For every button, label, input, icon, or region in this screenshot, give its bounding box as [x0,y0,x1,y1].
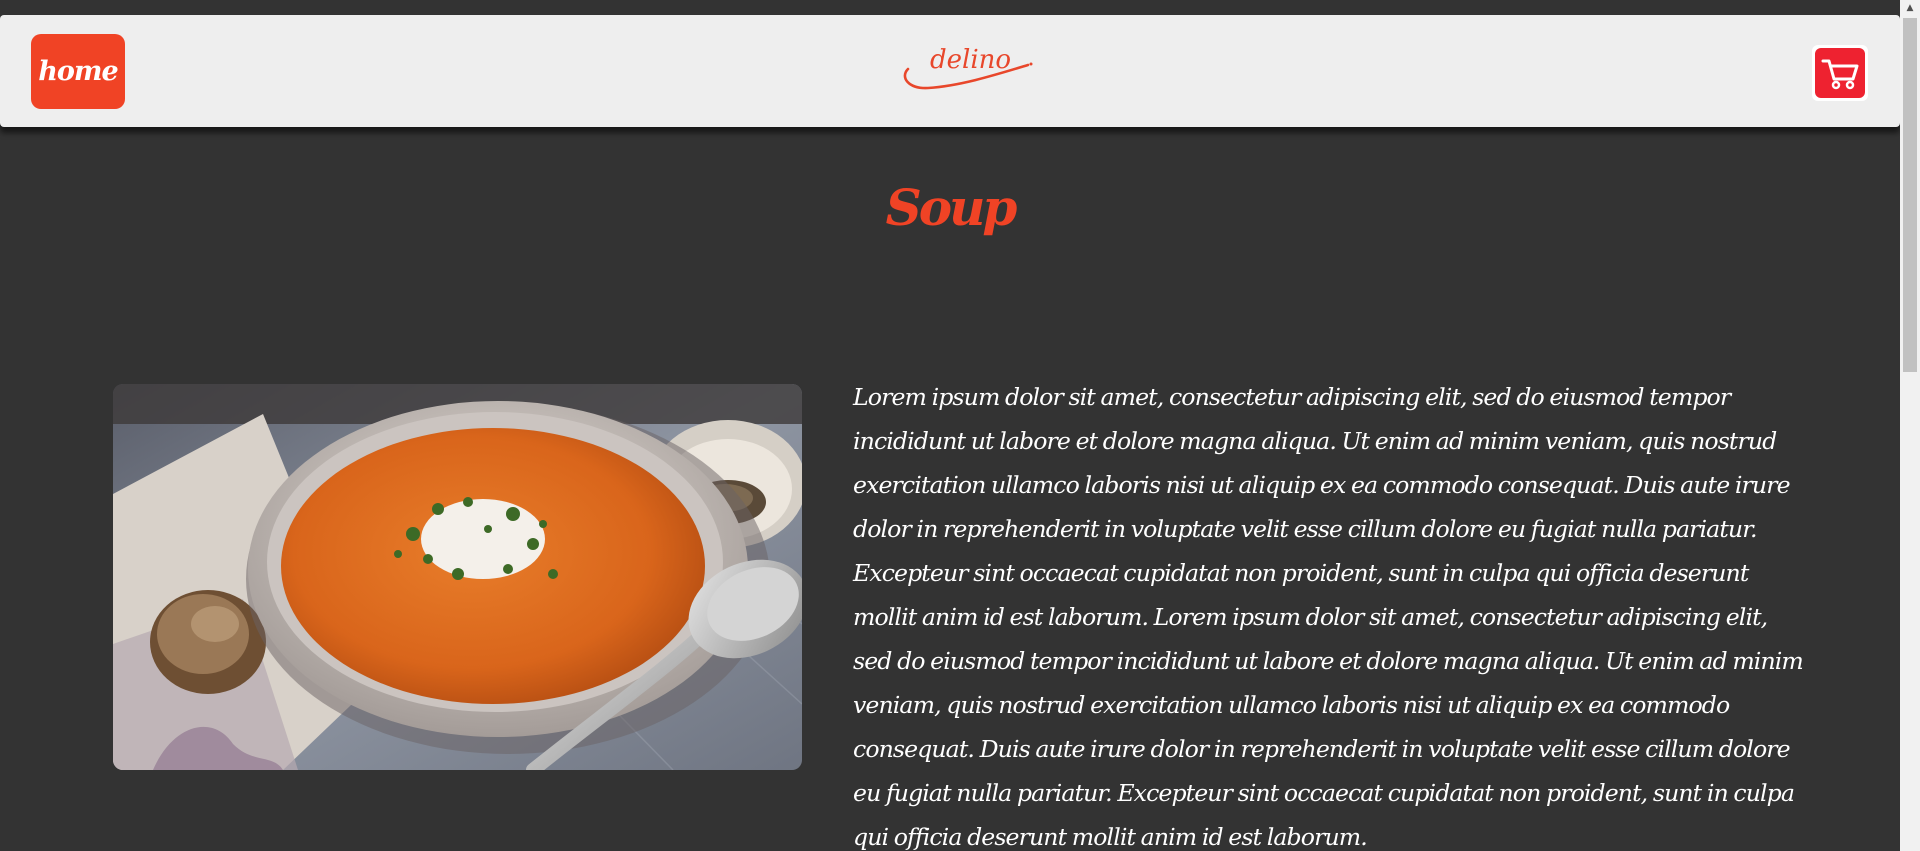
soup-photo [113,384,802,770]
vertical-scrollbar[interactable]: ▲ [1900,0,1920,851]
logo-text: delino [930,45,1012,75]
brand-logo[interactable]: delino [900,43,1035,98]
navbar: home delino [0,15,1900,127]
page-title: Soup [885,178,1018,237]
scroll-thumb[interactable] [1903,18,1917,372]
home-button[interactable]: home [31,34,125,109]
shopping-cart-icon [1815,48,1865,98]
cart-button[interactable] [1812,45,1868,101]
scroll-up-arrow-icon[interactable]: ▲ [1900,0,1920,16]
product-description: Lorem ipsum dolor sit amet, consectetur … [853,383,1804,851]
top-strip [0,0,1900,15]
